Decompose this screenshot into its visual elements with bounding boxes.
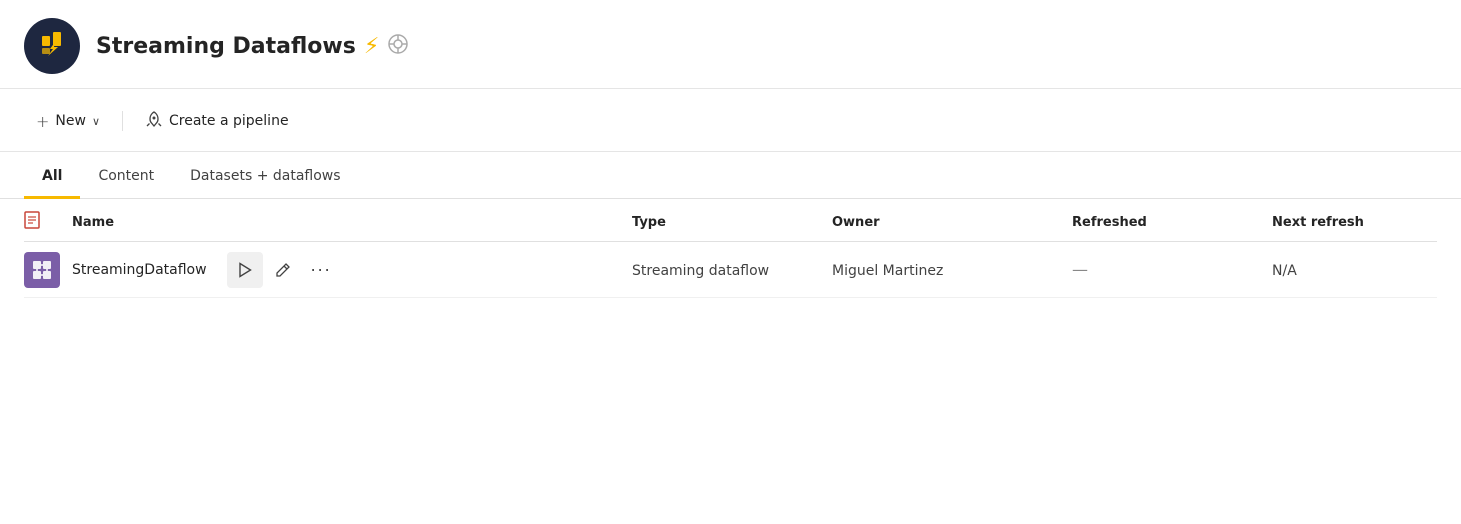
tab-datasets-dataflows[interactable]: Datasets + dataflows: [172, 152, 358, 199]
row-refreshed-cell: —: [1072, 260, 1272, 279]
chevron-down-icon: ∨: [92, 115, 100, 128]
more-options-button[interactable]: ···: [303, 252, 339, 288]
item-name: StreamingDataflow: [72, 262, 207, 278]
run-button[interactable]: [227, 252, 263, 288]
new-button[interactable]: + New ∨: [24, 105, 112, 138]
content-table: Name Type Owner Refreshed Next refresh: [0, 199, 1461, 298]
col-type-header: Type: [632, 211, 832, 233]
item-next-refresh: N/A: [1272, 263, 1297, 279]
lightning-icon: ⚡: [364, 34, 379, 59]
rocket-icon: [145, 110, 163, 132]
item-owner: Miguel Martinez: [832, 263, 943, 279]
create-pipeline-button[interactable]: Create a pipeline: [133, 103, 301, 139]
document-icon: [24, 211, 40, 233]
edit-button[interactable]: [265, 252, 301, 288]
item-refreshed: —: [1072, 260, 1088, 279]
table-header: Name Type Owner Refreshed Next refresh: [24, 199, 1437, 242]
row-type-cell: Streaming dataflow: [632, 260, 832, 279]
tab-content[interactable]: Content: [80, 152, 172, 199]
settings-icon[interactable]: [387, 33, 409, 60]
col-name-header: Name: [72, 211, 632, 233]
col-icon: [24, 211, 72, 233]
page-header: Streaming Dataflows ⚡: [0, 0, 1461, 89]
tab-all[interactable]: All: [24, 152, 80, 199]
row-name-cell: StreamingDataflow ···: [72, 252, 632, 288]
ellipsis-icon: ···: [310, 259, 331, 280]
item-type: Streaming dataflow: [632, 263, 769, 279]
row-next-refresh-cell: N/A: [1272, 260, 1437, 279]
row-owner-cell: Miguel Martinez: [832, 260, 1072, 279]
table-row: StreamingDataflow ···: [24, 242, 1437, 298]
tabs-container: All Content Datasets + dataflows: [0, 152, 1461, 199]
row-actions: ···: [227, 252, 339, 288]
new-label: New: [55, 113, 86, 129]
col-owner-header: Owner: [832, 211, 1072, 233]
title-text: Streaming Dataflows: [96, 34, 356, 59]
row-icon-cell: [24, 252, 72, 288]
col-refreshed-header: Refreshed: [1072, 211, 1272, 233]
toolbar: + New ∨ Create a pipeline: [0, 89, 1461, 152]
app-logo: [24, 18, 80, 74]
col-next-refresh-header: Next refresh: [1272, 211, 1437, 233]
toolbar-divider: [122, 111, 123, 131]
create-pipeline-label: Create a pipeline: [169, 113, 289, 129]
plus-icon: +: [36, 112, 49, 131]
dataflow-item-icon: [24, 252, 60, 288]
logo-icon: [36, 28, 68, 65]
page-title: Streaming Dataflows ⚡: [96, 33, 409, 60]
